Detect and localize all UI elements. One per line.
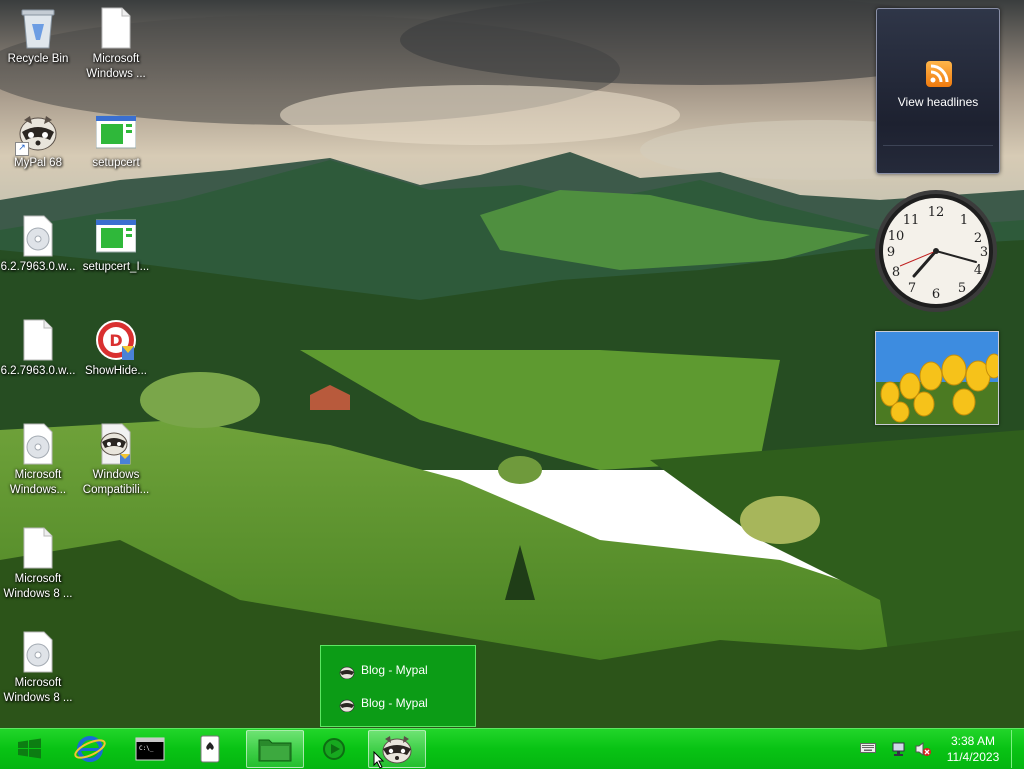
blank-file-icon: [96, 6, 136, 50]
desktop-icon-label: ShowHide...: [84, 365, 147, 377]
taskbar: C:\_ 3:38 AM 11/4/2023: [0, 728, 1024, 769]
shortcut-arrow-icon: ↗: [15, 142, 29, 156]
svg-text:11: 11: [903, 213, 920, 228]
taskbar-clock[interactable]: 3:38 AM 11/4/2023: [938, 733, 1008, 765]
desktop-icon-iso-file[interactable]: 6.2.7963.0.w...: [0, 208, 76, 308]
svg-text:9: 9: [887, 245, 895, 260]
file-explorer-button[interactable]: [246, 730, 304, 768]
svg-text:5: 5: [958, 281, 966, 296]
desktop-icon-microsoft-windows[interactable]: Microsoft Windows ...: [78, 0, 154, 100]
popup-item-label: Blog - Mypal: [361, 696, 428, 710]
windows-logo-icon: [18, 738, 41, 759]
svg-text:2: 2: [974, 231, 982, 246]
setupcert-icon: [95, 214, 137, 258]
blank-file-icon: [18, 318, 58, 362]
desktop-icon-showhide[interactable]: D ShowHide...: [78, 312, 154, 412]
popup-window-item[interactable]: Blog - Mypal: [339, 692, 469, 714]
disc-file-icon: [18, 630, 58, 674]
folder-icon: [258, 739, 292, 762]
media-player-button[interactable]: [312, 730, 356, 768]
svg-text:3: 3: [980, 245, 988, 260]
disc-file-icon: [18, 422, 58, 466]
network-tray-icon[interactable]: [890, 741, 908, 757]
start-button[interactable]: [8, 730, 52, 768]
volume-muted-tray-icon[interactable]: [914, 741, 932, 757]
svg-text:D: D: [109, 331, 122, 350]
command-prompt-button[interactable]: C:\_: [128, 730, 172, 768]
svg-text:4: 4: [974, 263, 982, 278]
svg-text:7: 7: [908, 281, 916, 296]
desktop-icon-setupcert[interactable]: setupcert: [78, 104, 154, 204]
solitaire-button[interactable]: [188, 730, 232, 768]
desktop-icon-windows-compatibility[interactable]: Windows Compatibili...: [78, 416, 154, 516]
taskbar-jumplist-popup: Blog - Mypal Blog - Mypal: [320, 645, 476, 727]
svg-text:12: 12: [928, 205, 945, 220]
rss-feed-icon: [926, 61, 952, 87]
clock-gadget[interactable]: 12 1 2 3 45 6 78 9 10 11: [874, 188, 998, 314]
play-icon: [323, 738, 345, 760]
clock-date: 11/4/2023: [946, 750, 1000, 764]
svg-text:C:\_: C:\_: [139, 745, 154, 752]
playing-card-icon: [200, 735, 220, 763]
desktop-icon-label: Microsoft Windows...: [9, 469, 67, 496]
feed-headlines-gadget[interactable]: View headlines: [876, 8, 1000, 174]
desktop-icon-label: setupcert_I...: [82, 261, 150, 273]
mypal-raccoon-icon: ↗: [15, 110, 58, 156]
disc-file-icon: [18, 214, 58, 258]
command-prompt-icon: C:\_: [135, 737, 165, 761]
popup-window-item[interactable]: Blog - Mypal: [339, 659, 469, 681]
desktop-icon-label: MyPal 68: [14, 157, 62, 169]
svg-text:10: 10: [888, 229, 905, 244]
desktop-icon-microsoft-windows-8-iso[interactable]: Microsoft Windows 8 ...: [0, 624, 76, 724]
popup-item-label: Blog - Mypal: [361, 663, 428, 677]
view-headlines-link[interactable]: View headlines: [877, 95, 999, 109]
setupcert-icon: [95, 110, 137, 154]
desktop-icon-setupcert-i[interactable]: setupcert_I...: [78, 208, 154, 308]
desktop-icon-microsoft-windows-iso[interactable]: Microsoft Windows...: [0, 416, 76, 516]
desktop-icon-microsoft-windows-8[interactable]: Microsoft Windows 8 ...: [0, 520, 76, 620]
mypal-raccoon-icon: [339, 697, 355, 713]
recycle-bin-icon: [18, 6, 58, 50]
showhide-icon: D: [96, 318, 136, 362]
desktop-icon-label: Windows Compatibili...: [82, 469, 150, 496]
svg-text:6: 6: [932, 287, 940, 302]
desktop-icon-mypal[interactable]: ↗ MyPal 68: [0, 104, 76, 204]
desktop-icon-build-file[interactable]: 6.2.7963.0.w...: [0, 312, 76, 412]
desktop-icon-label: Recycle Bin: [7, 53, 69, 65]
mypal-raccoon-icon: [339, 664, 355, 680]
desktop-icon-label: 6.2.7963.0.w...: [0, 261, 76, 273]
desktop-icon-recycle-bin[interactable]: Recycle Bin: [0, 0, 76, 100]
svg-text:1: 1: [960, 213, 968, 228]
internet-explorer-button[interactable]: [68, 730, 112, 768]
internet-explorer-icon: [74, 736, 106, 762]
gadget-divider: [883, 145, 993, 146]
desktop-icon-label: Microsoft Windows ...: [86, 53, 146, 80]
desktop-icon-label: Microsoft Windows 8 ...: [3, 677, 73, 704]
clock-time: 3:38 AM: [950, 734, 996, 748]
mouse-cursor-icon: [373, 751, 385, 769]
blank-file-icon: [18, 526, 58, 570]
keyboard-tray-icon[interactable]: [860, 742, 876, 754]
slideshow-gadget[interactable]: [875, 331, 999, 425]
desktop-icon-label: Microsoft Windows 8 ...: [3, 573, 73, 600]
desktop-icon-label: 6.2.7963.0.w...: [0, 365, 76, 377]
svg-text:8: 8: [892, 265, 900, 280]
compatibility-icon: [96, 422, 136, 466]
show-desktop-button[interactable]: [1011, 730, 1024, 768]
desktop-icon-label: setupcert: [92, 157, 140, 169]
